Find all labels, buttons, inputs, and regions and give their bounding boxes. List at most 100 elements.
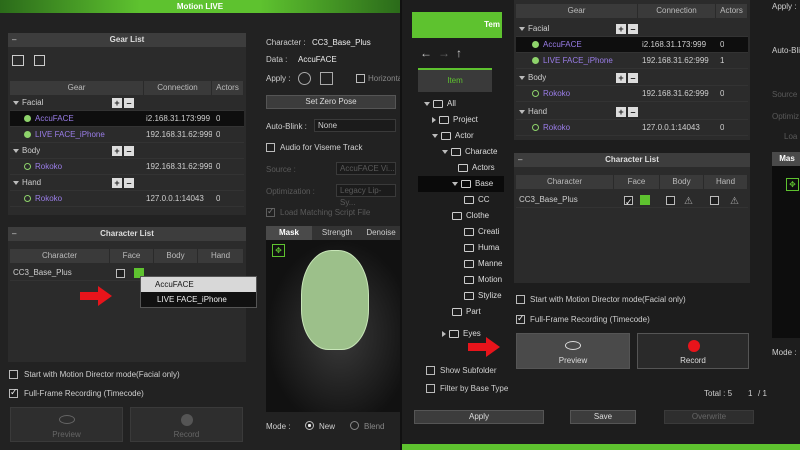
gear-row-livefacephone[interactable]: LIVE FACE_iPhone 192.168.31.62:999 0 [10, 127, 244, 143]
overwrite-button[interactable]: Overwrite [664, 410, 754, 424]
character-col-header[interactable]: Character [516, 175, 614, 189]
preview-button[interactable]: Preview [10, 407, 123, 442]
group-row-body[interactable]: Body + – [10, 143, 244, 159]
source-select[interactable]: AccuFACE Vi... [336, 162, 396, 175]
body-checkbox[interactable] [666, 196, 675, 205]
preview-button[interactable]: Preview [516, 333, 630, 369]
hand-col-header[interactable]: Hand [198, 249, 244, 263]
group-row-facial[interactable]: Facial + – [516, 21, 748, 37]
auto-blink-select[interactable]: None [314, 119, 396, 132]
tree-clothe[interactable]: Clothe [452, 208, 489, 224]
gear-row-accuface[interactable]: AccuFACE i2.168.31.173:999 0 [516, 37, 748, 53]
face-col-header[interactable]: Face [110, 249, 154, 263]
item-tab[interactable]: Item [418, 68, 492, 92]
optimization-select[interactable]: Legacy Lip-Sy... [336, 184, 396, 207]
content-apply-button[interactable]: Apply [414, 410, 544, 424]
full-frame-checkbox[interactable] [9, 387, 18, 398]
gear-row-rokoko-body[interactable]: Rokoko 192.168.31.62:999 0 [10, 159, 244, 175]
import-icon[interactable] [12, 55, 24, 66]
connection-col-header[interactable]: Connection [144, 81, 212, 95]
motion-director-checkbox[interactable] [516, 295, 525, 304]
tree-eyes[interactable]: Eyes [442, 326, 481, 342]
remove-button[interactable]: – [628, 24, 638, 34]
zoom-icon[interactable]: ✥ [272, 244, 285, 257]
tree-cc[interactable]: CC [464, 192, 490, 208]
body-col-header[interactable]: Body [154, 249, 198, 263]
remove-button[interactable]: – [628, 107, 638, 117]
hand-col-header[interactable]: Hand [704, 175, 748, 189]
gear-col-header[interactable]: Gear [516, 4, 638, 18]
tree-project[interactable]: Project [432, 112, 478, 128]
record-button[interactable]: Record [637, 333, 749, 369]
page-number[interactable]: 1 [748, 389, 752, 398]
actors-col-header[interactable]: Actors [716, 4, 748, 18]
tab-denoise[interactable]: Denoise [362, 226, 400, 240]
audio-viseme-checkbox[interactable] [266, 143, 275, 152]
face-mask-image[interactable] [301, 250, 369, 350]
face-col-header[interactable]: Face [614, 175, 660, 189]
tree-part[interactable]: Part [452, 304, 481, 320]
tree-character[interactable]: Characte [442, 144, 497, 160]
content-header-tab[interactable]: Tem [412, 12, 502, 38]
tree-huma[interactable]: Huma [464, 240, 499, 256]
show-subfolder-checkbox[interactable] [426, 366, 435, 375]
gear-row-accuface[interactable]: AccuFACE i2.168.31.173:999 0 [10, 111, 244, 127]
forward-arrow-icon[interactable]: → [438, 46, 450, 60]
face-mask-viewport[interactable]: ✥ [266, 240, 400, 412]
tab-strength[interactable]: Strength [312, 226, 362, 240]
add-button[interactable]: + [616, 107, 626, 117]
tree-creati[interactable]: Creati [464, 224, 499, 240]
save-icon[interactable] [34, 55, 45, 66]
character-row[interactable]: CC3_Base_Plus ⚠ ⚠ [516, 192, 748, 210]
back-arrow-icon[interactable]: ← [420, 46, 432, 60]
filter-base-checkbox[interactable] [426, 384, 435, 393]
gear-list-header[interactable]: – Gear List [8, 33, 246, 47]
save-button[interactable]: Save [570, 410, 636, 424]
tree-actors[interactable]: Actors [458, 160, 495, 176]
tab-mask[interactable]: Mask [266, 226, 312, 240]
gear-row-rokoko-hand[interactable]: Rokoko 127.0.0.1:14043 0 [10, 191, 244, 207]
actors-col-header[interactable]: Actors [212, 81, 244, 95]
up-arrow-icon[interactable]: ↑ [456, 46, 462, 60]
group-row-hand[interactable]: Hand + – [516, 104, 748, 120]
character-col-header[interactable]: Character [10, 249, 110, 263]
tree-all[interactable]: All [424, 96, 456, 112]
full-frame-checkbox[interactable] [516, 313, 525, 324]
add-button[interactable]: + [112, 146, 122, 156]
gear-col-header[interactable]: Gear [10, 81, 144, 95]
connection-col-header[interactable]: Connection [638, 4, 716, 18]
far-tab-mask[interactable]: Mas [772, 152, 800, 166]
tree-actor[interactable]: Actor [432, 128, 474, 144]
add-button[interactable]: + [112, 98, 122, 108]
face-gear-icon[interactable] [640, 195, 650, 205]
face-checkbox[interactable] [624, 194, 633, 210]
motion-director-checkbox[interactable] [9, 370, 18, 379]
remove-button[interactable]: – [124, 178, 134, 188]
dropdown-item-livefacephone[interactable]: LIVE FACE_iPhone [141, 292, 256, 307]
mode-new-radio[interactable] [305, 421, 314, 430]
mode-blend-radio[interactable] [350, 421, 359, 430]
dropdown-item-accuface[interactable]: AccuFACE [141, 277, 256, 292]
tree-manne[interactable]: Manne [464, 256, 502, 272]
add-button[interactable]: + [616, 24, 626, 34]
far-viewport[interactable]: ✥ [772, 166, 800, 338]
face-checkbox[interactable] [116, 269, 125, 278]
zoom-icon[interactable]: ✥ [786, 178, 799, 191]
gear-row-rokoko-body[interactable]: Rokoko 192.168.31.62:999 0 [516, 86, 748, 102]
tree-motion[interactable]: Motion [464, 272, 502, 288]
group-row-hand[interactable]: Hand + – [10, 175, 244, 191]
load-script-checkbox[interactable] [266, 206, 275, 217]
body-col-header[interactable]: Body [660, 175, 704, 189]
add-button[interactable]: + [616, 73, 626, 83]
gear-row-rokoko-hand[interactable]: Rokoko 127.0.0.1:14043 0 [516, 120, 748, 136]
group-row-body[interactable]: Body + – [516, 70, 748, 86]
head-icon[interactable] [298, 72, 311, 85]
hand-checkbox[interactable] [710, 196, 719, 205]
add-button[interactable]: + [112, 178, 122, 188]
set-zero-pose-button[interactable]: Set Zero Pose [266, 95, 396, 109]
character-list-header[interactable]: – Character List [514, 153, 750, 167]
character-list-header[interactable]: – Character List [8, 227, 246, 241]
record-button[interactable]: Record [130, 407, 243, 442]
remove-button[interactable]: – [124, 98, 134, 108]
remove-button[interactable]: – [124, 146, 134, 156]
